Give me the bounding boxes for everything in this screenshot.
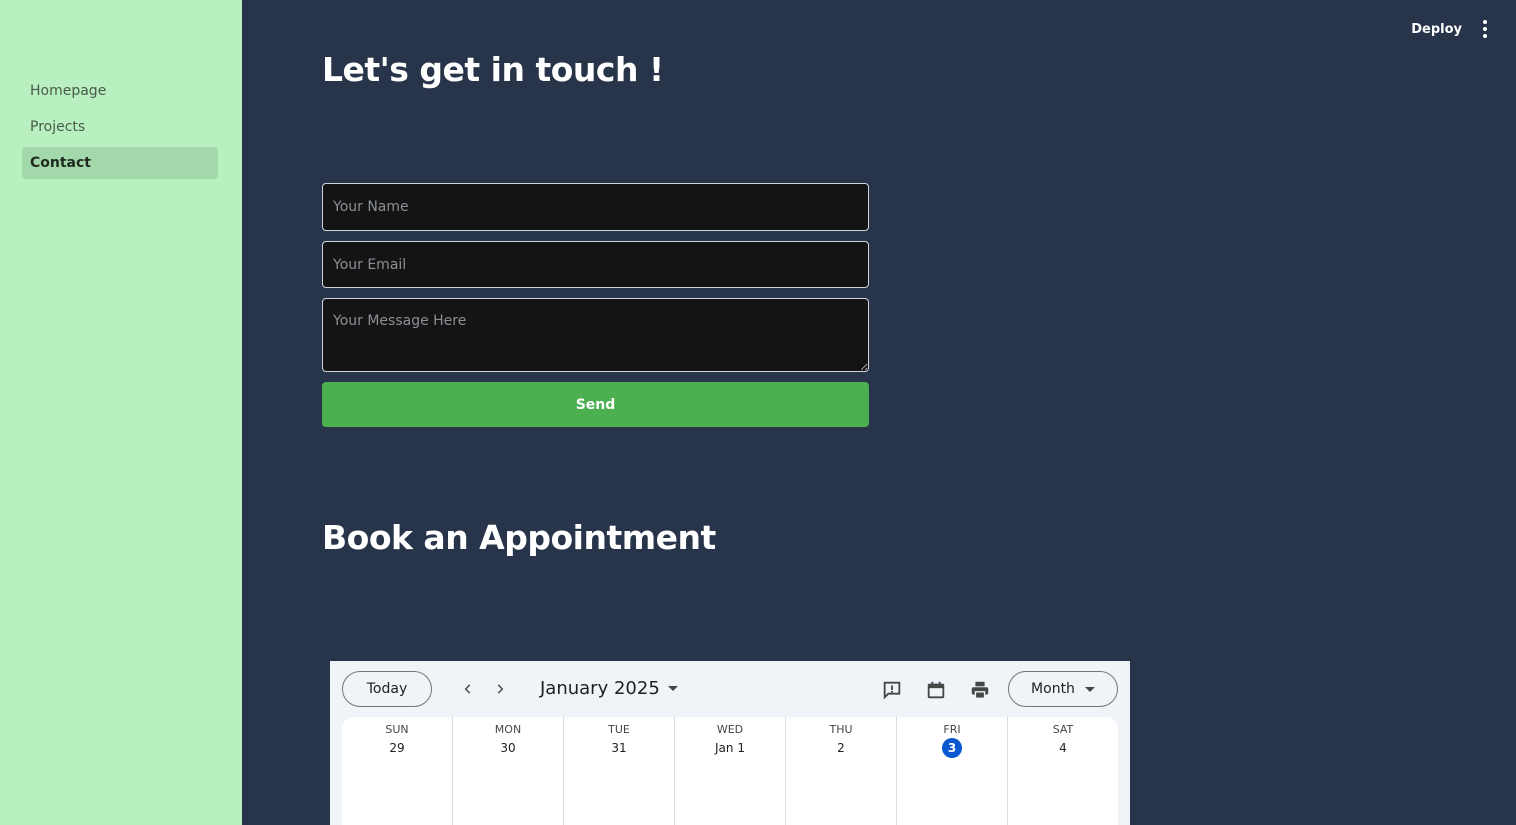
top-toolbar: Deploy <box>1411 20 1490 38</box>
sidebar-item-contact[interactable]: Contact <box>22 147 218 179</box>
caret-down-icon <box>667 686 678 691</box>
day-column[interactable]: MON 30 <box>453 717 564 825</box>
email-input[interactable] <box>322 241 869 288</box>
day-of-week: SAT <box>1052 723 1074 736</box>
name-input[interactable] <box>322 183 869 231</box>
day-of-week: MON <box>494 723 522 736</box>
today-date-badge: 3 <box>942 738 962 758</box>
sidebar-nav: Homepage Projects Contact <box>22 75 218 183</box>
day-column[interactable]: THU 2 <box>786 717 897 825</box>
caret-down-icon <box>1084 686 1095 692</box>
calendar-week-row: SUN 29 MON 30 TUE 31 WED Jan 1 THU 2 FRI 3 SAT… <box>342 717 1118 825</box>
month-label: January 2025 <box>540 678 660 699</box>
day-date: Jan 1 <box>715 741 745 755</box>
feedback-icon[interactable] <box>881 679 903 701</box>
day-of-week: THU <box>829 723 853 736</box>
sidebar-item-homepage[interactable]: Homepage <box>22 75 218 107</box>
print-icon[interactable] <box>969 679 991 701</box>
day-date: 2 <box>837 741 845 755</box>
month-selector[interactable]: January 2025 <box>540 678 678 699</box>
next-chevron-icon[interactable] <box>490 679 510 699</box>
deploy-button[interactable]: Deploy <box>1411 22 1462 37</box>
day-column[interactable]: FRI 3 <box>897 717 1008 825</box>
day-date: 29 <box>389 741 405 755</box>
day-date: 31 <box>611 741 627 755</box>
view-label: Month <box>1031 681 1075 697</box>
calendar-icon[interactable] <box>925 679 947 701</box>
main-content: Deploy Let's get in touch ! Send Book an… <box>242 0 1516 825</box>
send-button[interactable]: Send <box>322 382 869 427</box>
contact-title: Let's get in touch ! <box>322 50 664 89</box>
day-column[interactable]: SUN 29 <box>342 717 453 825</box>
message-textarea[interactable] <box>322 298 869 372</box>
day-column[interactable]: WED Jan 1 <box>675 717 786 825</box>
day-column[interactable]: SAT 4 <box>1008 717 1118 825</box>
appointment-title: Book an Appointment <box>322 518 716 557</box>
sidebar-item-projects[interactable]: Projects <box>22 111 218 143</box>
day-of-week: FRI <box>943 723 961 736</box>
sidebar: Homepage Projects Contact <box>0 0 242 825</box>
day-date: 4 <box>1059 741 1067 755</box>
kebab-menu-icon[interactable] <box>1480 20 1490 38</box>
day-of-week: SUN <box>385 723 409 736</box>
day-of-week: TUE <box>608 723 630 736</box>
day-of-week: WED <box>716 723 744 736</box>
day-date: 30 <box>500 741 516 755</box>
calendar-embed: Today January 2025 Month SUN 29 MON 30 TUE… <box>330 661 1130 825</box>
day-column[interactable]: TUE 31 <box>564 717 675 825</box>
prev-chevron-icon[interactable] <box>458 679 478 699</box>
view-selector[interactable]: Month <box>1008 671 1118 707</box>
today-button[interactable]: Today <box>342 671 432 707</box>
